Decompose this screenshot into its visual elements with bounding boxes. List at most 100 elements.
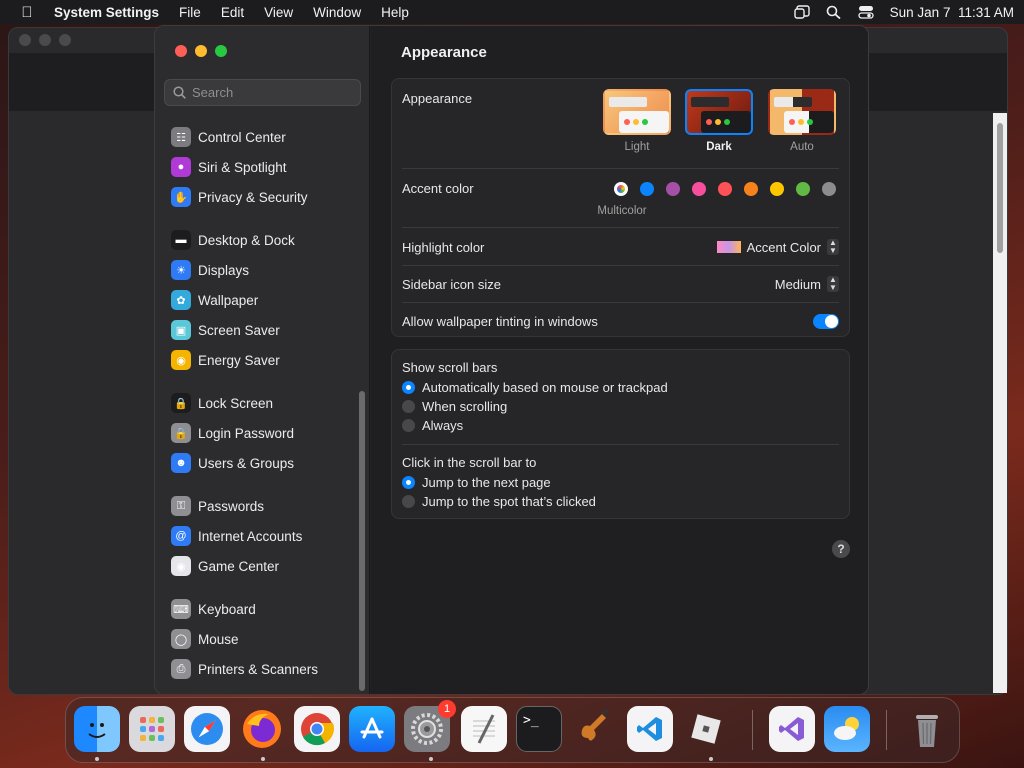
sidebar-item-privacy-security[interactable]: ✋ Privacy & Security [171, 184, 356, 210]
sidebar-item-label: Displays [198, 262, 250, 278]
close-window-button[interactable] [175, 45, 187, 57]
sidebar-item-displays[interactable]: ☀ Displays [171, 257, 356, 283]
search-icon [173, 86, 186, 99]
stage-manager-icon[interactable] [793, 5, 810, 19]
weather-icon[interactable] [824, 706, 870, 752]
menu-app-name[interactable]: System Settings [44, 5, 169, 20]
finder-icon[interactable] [74, 706, 120, 752]
radio-jump-next-page[interactable]: Jump to the next page [402, 473, 596, 492]
appearance-auto-label: Auto [790, 141, 814, 153]
safari-icon[interactable] [184, 706, 230, 752]
appearance-option-dark[interactable]: Dark [684, 89, 754, 153]
sidebar: Search ☷ Control Center ● Siri & Spotlight ✋… [155, 26, 370, 694]
radio-jump-to-spot[interactable]: Jump to the spot that’s clicked [402, 492, 596, 511]
show-scroll-bars-options: Automatically based on mouse or trackpad… [402, 378, 668, 435]
sidebar-item-keyboard[interactable]: ⌨ Keyboard [171, 596, 356, 622]
help-button[interactable]: ? [832, 540, 850, 558]
chrome-icon[interactable] [294, 706, 340, 752]
accent-multicolor-swatch[interactable] [614, 182, 628, 196]
accent-swatch[interactable] [692, 182, 706, 196]
textedit-icon[interactable] [461, 706, 507, 752]
sidebar-item-passwords[interactable]: ⚿ Passwords [171, 493, 356, 519]
appearance-dark-label: Dark [706, 141, 732, 153]
sidebar-item-label: Users & Groups [198, 455, 295, 471]
accent-swatch[interactable] [796, 182, 810, 196]
accent-swatch[interactable] [640, 182, 654, 196]
lock-icon: 🔒 [171, 423, 191, 443]
sidebar-item-label: Wallpaper [198, 292, 259, 308]
zoom-window-button[interactable] [215, 45, 227, 57]
sidebar-item-game-center[interactable]: ◉ Game Center [171, 553, 356, 579]
menu-view[interactable]: View [254, 5, 303, 20]
sidebar-icon-size-label: Sidebar icon size [402, 276, 501, 292]
sidebar-item-mouse[interactable]: ◯ Mouse [171, 626, 356, 652]
sidebar-list: ☷ Control Center ● Siri & Spotlight ✋ Privacy… [155, 114, 360, 694]
apple-menu-icon[interactable]:  [10, 4, 44, 21]
sidebar-item-printers-scanners[interactable]: ⎙ Printers & Scanners [171, 656, 356, 682]
sidebar-icon-size-popup[interactable]: Medium ▲ ▼ [775, 276, 839, 292]
terminal-icon[interactable]: >_ [516, 706, 562, 752]
minimize-window-button[interactable] [195, 45, 207, 57]
sidebar-item-label: Siri & Spotlight [198, 159, 287, 175]
sidebar-item-wallpaper[interactable]: ✿ Wallpaper [171, 287, 356, 313]
system-settings-icon[interactable]: 1 [404, 700, 456, 752]
menu-clock[interactable]: Sun Jan 7 11:31 AM [890, 5, 1014, 20]
accent-swatch[interactable] [822, 182, 836, 196]
sidebar-item-desktop-dock[interactable]: ▬ Desktop & Dock [171, 227, 356, 253]
menu-window[interactable]: Window [303, 5, 371, 20]
accent-swatch[interactable] [666, 182, 680, 196]
sidebar-item-label: Passwords [198, 498, 265, 514]
control-center-toggle-icon[interactable] [858, 5, 874, 19]
sidebar-item-label: Privacy & Security [198, 189, 308, 205]
search-placeholder: Search [192, 85, 234, 100]
wallpaper-tinting-toggle[interactable] [813, 313, 839, 329]
sidebar-item-screen-saver[interactable]: ▣ Screen Saver [171, 317, 356, 343]
sidebar-item-siri-spotlight[interactable]: ● Siri & Spotlight [171, 154, 356, 180]
radio-scroll-always[interactable]: Always [402, 416, 668, 435]
sidebar-icon-size-value: Medium [774, 276, 821, 292]
appearance-option-auto[interactable]: Auto [767, 89, 837, 153]
accent-swatch[interactable] [770, 182, 784, 196]
vscode-icon[interactable] [627, 706, 673, 752]
trash-icon[interactable] [904, 706, 950, 752]
search-input[interactable]: Search [164, 79, 361, 106]
sidebar-item-label: Control Center [198, 129, 286, 145]
keyboard-icon: ⌨ [171, 599, 191, 619]
highlight-color-popup[interactable]: Accent Color ▲ ▼ [716, 239, 839, 255]
hand-icon: ✋ [171, 187, 191, 207]
at-icon: @ [171, 526, 191, 546]
menu-edit[interactable]: Edit [211, 5, 254, 20]
sidebar-item-login-password[interactable]: 🔒 Login Password [171, 420, 356, 446]
garageband-icon[interactable] [571, 706, 617, 752]
sidebar-item-internet-accounts[interactable]: @ Internet Accounts [171, 523, 356, 549]
system-settings-window: Search ☷ Control Center ● Siri & Spotlight ✋… [154, 25, 869, 695]
page-title: Appearance [401, 44, 487, 61]
menu-file[interactable]: File [169, 5, 211, 20]
launchpad-icon[interactable] [129, 706, 175, 752]
sidebar-scrollbar[interactable] [359, 391, 365, 691]
radio-scroll-when-scrolling[interactable]: When scrolling [402, 397, 668, 416]
sidebar-item-users-groups[interactable]: ☻ Users & Groups [171, 450, 356, 476]
sidebar-item-label: Keyboard [198, 601, 256, 617]
highlight-color-label: Highlight color [402, 239, 485, 255]
visual-studio-icon[interactable] [769, 706, 815, 752]
dock: 1 >_ [65, 697, 960, 763]
users-icon: ☻ [171, 453, 191, 473]
sidebar-item-energy-saver[interactable]: ◉ Energy Saver [171, 347, 356, 373]
screen-saver-icon: ▣ [171, 320, 191, 340]
spotlight-search-icon[interactable] [826, 5, 842, 20]
appearance-option-light[interactable]: Light [602, 89, 672, 153]
firefox-icon[interactable] [239, 706, 285, 752]
show-scroll-bars-label: Show scroll bars [402, 360, 498, 375]
radio-scroll-automatic[interactable]: Automatically based on mouse or trackpad [402, 378, 668, 397]
accent-caption: Multicolor [597, 205, 647, 217]
sidebar-item-control-center[interactable]: ☷ Control Center [171, 124, 356, 150]
app-store-icon[interactable] [349, 706, 395, 752]
accent-swatch[interactable] [718, 182, 732, 196]
accent-swatch[interactable] [744, 182, 758, 196]
menu-help[interactable]: Help [371, 5, 419, 20]
sidebar-item-lock-screen[interactable]: 🔒 Lock Screen [171, 390, 356, 416]
settings-badge: 1 [438, 700, 456, 718]
sidebar-item-label: Printers & Scanners [198, 661, 319, 677]
roblox-icon[interactable] [683, 706, 729, 752]
